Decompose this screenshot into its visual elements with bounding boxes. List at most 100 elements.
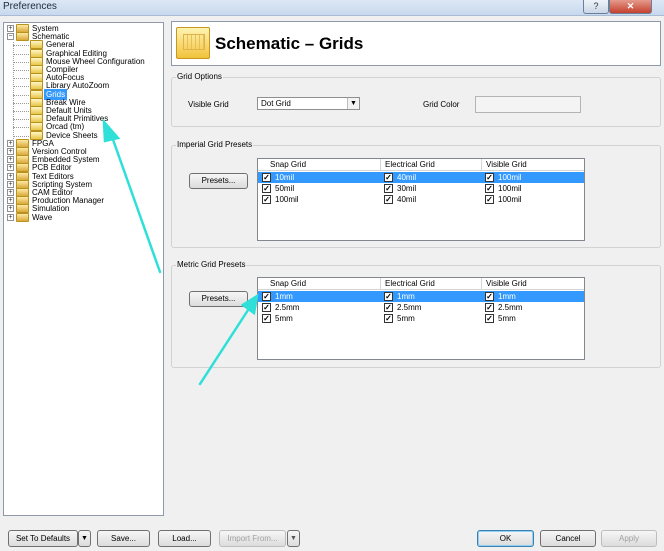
table-cell: ✓ 1mm xyxy=(384,291,479,302)
checkbox-checked-icon[interactable]: ✓ xyxy=(384,292,393,301)
checkbox-checked-icon[interactable]: ✓ xyxy=(262,173,271,182)
checkbox-checked-icon[interactable]: ✓ xyxy=(485,292,494,301)
cell-value: 5mm xyxy=(498,314,516,323)
table-cell: ✓ 100mil xyxy=(485,194,583,205)
column-header-visible-grid[interactable]: Visible Grid xyxy=(481,159,585,171)
tree-connector xyxy=(13,70,29,71)
tree-connector xyxy=(13,94,29,96)
tree-connector xyxy=(13,119,29,121)
import-from-button[interactable]: Import From... xyxy=(219,530,286,547)
column-header-electrical-grid[interactable]: Electrical Grid xyxy=(380,159,481,171)
grid-color-label: Grid Color xyxy=(423,100,460,109)
imperial-grid-table[interactable]: Snap Grid Electrical Grid Visible Grid ✓ 10m… xyxy=(257,158,585,241)
cell-value: 50mil xyxy=(275,184,295,193)
checkbox-checked-icon[interactable]: ✓ xyxy=(384,173,393,182)
metric-presets-button[interactable]: Presets... xyxy=(189,291,248,307)
table-row[interactable]: ✓ 1mm ✓ 1mm ✓ 1mm xyxy=(258,291,584,302)
table-cell: ✓ 50mil xyxy=(262,183,378,194)
apply-button[interactable]: Apply xyxy=(601,530,657,547)
checkbox-checked-icon[interactable]: ✓ xyxy=(485,184,494,193)
schematic-grid-icon xyxy=(176,27,210,59)
cell-value: 100mil xyxy=(498,184,522,193)
table-cell: ✓ 5mm xyxy=(485,313,583,324)
table-row[interactable]: ✓ 5mm ✓ 5mm ✓ 5mm xyxy=(258,313,584,324)
cell-value: 1mm xyxy=(275,292,293,301)
preferences-tree[interactable]: + System − Schematic General Graphical Editin… xyxy=(3,22,164,516)
cell-value: 100mil xyxy=(498,173,522,182)
tree-connector xyxy=(13,127,29,129)
grid-color-swatch[interactable] xyxy=(475,96,581,113)
table-row[interactable]: ✓ 50mil ✓ 30mil ✓ 100mil xyxy=(258,183,584,194)
imperial-presets-button[interactable]: Presets... xyxy=(189,173,248,189)
visible-grid-label: Visible Grid xyxy=(188,100,229,109)
cell-value: 10mil xyxy=(275,173,295,182)
table-cell: ✓ 2.5mm xyxy=(384,302,479,313)
grid-options-title: Grid Options xyxy=(176,72,223,81)
ok-button[interactable]: OK xyxy=(477,530,534,547)
set-defaults-dropdown-icon[interactable]: ▼ xyxy=(78,530,91,547)
import-dropdown-icon[interactable]: ▼ xyxy=(287,530,300,547)
cancel-button[interactable]: Cancel xyxy=(540,530,596,547)
column-header-snap-grid[interactable]: Snap Grid xyxy=(258,278,380,290)
checkbox-checked-icon[interactable]: ✓ xyxy=(485,195,494,204)
help-button[interactable]: ? xyxy=(583,0,609,14)
table-cell: ✓ 2.5mm xyxy=(485,302,583,313)
table-header: Snap Grid Electrical Grid Visible Grid xyxy=(258,159,584,171)
cell-value: 100mil xyxy=(275,195,299,204)
checkbox-checked-icon[interactable]: ✓ xyxy=(262,314,271,323)
cell-value: 30mil xyxy=(397,184,417,193)
load-button[interactable]: Load... xyxy=(158,530,211,547)
tree-connector xyxy=(13,102,29,104)
table-row[interactable]: ✓ 2.5mm ✓ 2.5mm ✓ 2.5mm xyxy=(258,302,584,313)
expand-icon[interactable]: + xyxy=(7,213,14,221)
table-row[interactable]: ✓ 10mil ✓ 40mil ✓ 100mil xyxy=(258,172,584,183)
column-header-snap-grid[interactable]: Snap Grid xyxy=(258,159,380,171)
set-to-defaults-button[interactable]: Set To Defaults xyxy=(8,530,78,547)
checkbox-checked-icon[interactable]: ✓ xyxy=(384,184,393,193)
imperial-presets-title: Imperial Grid Presets xyxy=(176,140,254,149)
visible-grid-select[interactable]: Dot Grid ▼ xyxy=(257,97,360,110)
tree-connector xyxy=(13,53,29,55)
checkbox-checked-icon[interactable]: ✓ xyxy=(485,303,494,312)
close-button[interactable]: ✕ xyxy=(609,0,652,14)
grid-options-group xyxy=(171,77,661,127)
checkbox-checked-icon[interactable]: ✓ xyxy=(485,314,494,323)
checkbox-checked-icon[interactable]: ✓ xyxy=(262,184,271,193)
title-bar: Preferences ? ✕ xyxy=(0,0,664,16)
column-header-electrical-grid[interactable]: Electrical Grid xyxy=(380,278,481,290)
table-cell: ✓ 1mm xyxy=(485,291,583,302)
tree-connector xyxy=(13,45,29,47)
cell-value: 5mm xyxy=(275,314,293,323)
chevron-down-icon[interactable]: ▼ xyxy=(347,98,359,109)
cell-value: 40mil xyxy=(397,173,417,182)
column-header-visible-grid[interactable]: Visible Grid xyxy=(481,278,585,290)
checkbox-checked-icon[interactable]: ✓ xyxy=(262,292,271,301)
tree-item-wave[interactable]: + Wave xyxy=(4,212,163,224)
table-cell: ✓ 5mm xyxy=(262,313,378,324)
table-cell: ✓ 100mil xyxy=(485,183,583,194)
table-cell: ✓ 1mm xyxy=(262,291,378,302)
table-row[interactable]: ✓ 100mil ✓ 40mil ✓ 100mil xyxy=(258,194,584,205)
metric-grid-table[interactable]: Snap Grid Electrical Grid Visible Grid ✓ 1mm… xyxy=(257,277,585,360)
cell-value: 100mil xyxy=(498,195,522,204)
checkbox-checked-icon[interactable]: ✓ xyxy=(384,314,393,323)
tree-item-label: Wave xyxy=(32,212,53,222)
checkbox-checked-icon[interactable]: ✓ xyxy=(262,303,271,312)
save-button[interactable]: Save... xyxy=(97,530,150,547)
table-cell: ✓ 5mm xyxy=(384,313,479,324)
table-cell: ✓ 10mil xyxy=(262,172,378,183)
table-cell: ✓ 30mil xyxy=(384,183,479,194)
table-cell: ✓ 2.5mm xyxy=(262,302,378,313)
checkbox-checked-icon[interactable]: ✓ xyxy=(384,303,393,312)
tree-connector xyxy=(13,111,29,112)
page-title: Schematic – Grids xyxy=(215,34,364,53)
visible-grid-value: Dot Grid xyxy=(261,99,291,108)
cell-value: 5mm xyxy=(397,314,415,323)
cell-value: 1mm xyxy=(498,292,516,301)
tree-connector xyxy=(13,61,29,63)
checkbox-checked-icon[interactable]: ✓ xyxy=(262,195,271,204)
tree-connector xyxy=(13,42,14,143)
checkbox-checked-icon[interactable]: ✓ xyxy=(485,173,494,182)
table-cell: ✓ 40mil xyxy=(384,172,479,183)
checkbox-checked-icon[interactable]: ✓ xyxy=(384,195,393,204)
